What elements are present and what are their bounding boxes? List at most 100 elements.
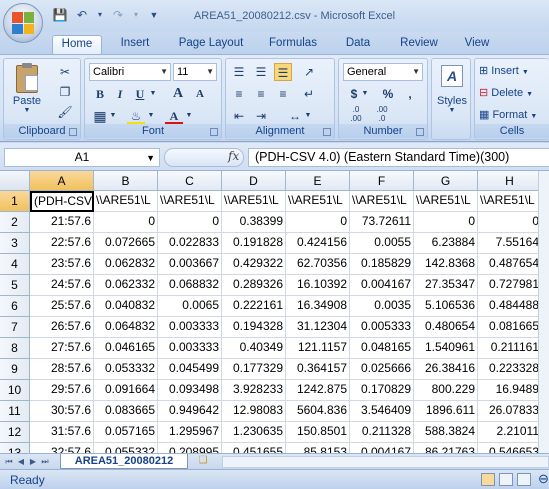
percent-button[interactable]: %	[379, 85, 397, 103]
active-cell[interactable]: (PDH-CSV	[30, 191, 94, 212]
table-cell[interactable]: 0.211328	[350, 422, 414, 443]
table-cell[interactable]: 27.35347	[414, 275, 478, 296]
underline-button[interactable]: U	[131, 85, 149, 103]
row-header[interactable]: 9	[0, 359, 30, 380]
table-cell[interactable]: 0.364157	[286, 359, 350, 380]
font-name-combo[interactable]: Calibri ▼	[89, 63, 171, 81]
table-cell[interactable]: 1.230635	[222, 422, 286, 443]
zoom-out-icon[interactable]: ⊖	[538, 472, 549, 486]
table-cell[interactable]: 0.004167	[350, 443, 414, 453]
table-cell[interactable]: 0.062332	[94, 275, 158, 296]
table-cell[interactable]: 0.055332	[94, 443, 158, 453]
font-size-combo[interactable]: 11 ▼	[173, 63, 217, 81]
middle-align-icon[interactable]: ☰	[252, 63, 270, 81]
table-cell[interactable]: 0.0065	[158, 296, 222, 317]
table-cell[interactable]: 0.191828	[222, 233, 286, 254]
table-cell[interactable]: 3.546409	[350, 401, 414, 422]
table-cell[interactable]: 0.003333	[158, 338, 222, 359]
align-left-icon[interactable]: ≡	[230, 85, 248, 103]
fill-color-icon[interactable]: ♨	[127, 107, 145, 125]
font-launcher-icon[interactable]	[210, 128, 218, 136]
table-cell[interactable]: 0.487654	[478, 254, 542, 275]
table-cell[interactable]: 0	[158, 212, 222, 233]
font-color-icon[interactable]: A	[165, 107, 183, 125]
table-cell[interactable]: \\ARE51\L	[222, 191, 286, 212]
table-cell[interactable]: 3.928233	[222, 380, 286, 401]
table-cell[interactable]: 0.003333	[158, 317, 222, 338]
table-cell[interactable]: 2.21011	[478, 422, 542, 443]
tab-page-layout[interactable]: Page Layout	[170, 35, 252, 54]
table-cell[interactable]: 16.9489	[478, 380, 542, 401]
row-header[interactable]: 6	[0, 296, 30, 317]
table-cell[interactable]: 22:57.6	[30, 233, 94, 254]
row-header[interactable]: 13	[0, 443, 30, 453]
grow-font-button[interactable]: A	[169, 85, 187, 103]
row-header[interactable]: 8	[0, 338, 30, 359]
table-cell[interactable]: 30:57.6	[30, 401, 94, 422]
table-cell[interactable]: 0.38399	[222, 212, 286, 233]
table-cell[interactable]: 16.10392	[286, 275, 350, 296]
table-cell[interactable]: 0.053332	[94, 359, 158, 380]
table-cell[interactable]: 0.064832	[94, 317, 158, 338]
table-cell[interactable]: 0.223328	[478, 359, 542, 380]
row-header[interactable]: 1	[0, 191, 30, 212]
table-cell[interactable]: 0	[414, 212, 478, 233]
column-header[interactable]: H	[478, 171, 542, 191]
table-cell[interactable]: 0.040832	[94, 296, 158, 317]
table-cell[interactable]: 0.003667	[158, 254, 222, 275]
fill-color-dropdown-icon[interactable]: ▼	[147, 107, 155, 125]
table-cell[interactable]: 5604.836	[286, 401, 350, 422]
table-cell[interactable]: 26:57.6	[30, 317, 94, 338]
bottom-align-icon[interactable]: ☰	[274, 63, 292, 81]
sheet-tab-active[interactable]: AREA51_20080212	[60, 454, 188, 469]
table-cell[interactable]: 73.72611	[350, 212, 414, 233]
table-cell[interactable]: 150.8501	[286, 422, 350, 443]
table-cell[interactable]: 23:57.6	[30, 254, 94, 275]
first-sheet-icon[interactable]: ⏮	[4, 456, 14, 468]
wrap-text-icon[interactable]: ↵	[300, 85, 318, 103]
tab-insert[interactable]: Insert	[112, 35, 158, 54]
table-cell[interactable]: \\ARE51\L	[286, 191, 350, 212]
table-cell[interactable]: 85.8153	[286, 443, 350, 453]
office-button[interactable]	[3, 3, 43, 43]
table-cell[interactable]: 0.0055	[350, 233, 414, 254]
table-cell[interactable]: 0.451655	[222, 443, 286, 453]
table-cell[interactable]: 1.295967	[158, 422, 222, 443]
table-cell[interactable]: 0.0035	[350, 296, 414, 317]
table-cell[interactable]: 0.40349	[222, 338, 286, 359]
number-format-combo[interactable]: General ▼	[343, 63, 423, 81]
cut-icon[interactable]: ✂	[56, 63, 74, 81]
table-cell[interactable]: 86.21763	[414, 443, 478, 453]
tab-formulas[interactable]: Formulas	[262, 35, 324, 54]
table-cell[interactable]: 0.057165	[94, 422, 158, 443]
normal-view-icon[interactable]	[481, 473, 495, 486]
table-cell[interactable]: 0.185829	[350, 254, 414, 275]
table-cell[interactable]: \\ARE51\L	[414, 191, 478, 212]
merge-dropdown-icon[interactable]: ▼	[304, 107, 312, 125]
table-cell[interactable]: 0.170829	[350, 380, 414, 401]
row-header[interactable]: 11	[0, 401, 30, 422]
table-cell[interactable]: 0.727981	[478, 275, 542, 296]
table-cell[interactable]: 0.091664	[94, 380, 158, 401]
select-all-button[interactable]	[0, 171, 30, 191]
merge-center-icon[interactable]: ↔	[286, 107, 304, 125]
table-cell[interactable]: 588.3824	[414, 422, 478, 443]
table-cell[interactable]: 0.062832	[94, 254, 158, 275]
table-cell[interactable]: 28:57.6	[30, 359, 94, 380]
name-box[interactable]: A1 ▼	[4, 148, 160, 167]
column-header[interactable]: G	[414, 171, 478, 191]
table-cell[interactable]: 0.072665	[94, 233, 158, 254]
font-color-dropdown-icon[interactable]: ▼	[185, 107, 193, 125]
tab-view[interactable]: View	[456, 35, 498, 54]
comma-button[interactable]: ,	[401, 85, 419, 103]
table-cell[interactable]: 26.07833	[478, 401, 542, 422]
table-cell[interactable]: 142.8368	[414, 254, 478, 275]
tab-data[interactable]: Data	[336, 35, 380, 54]
row-header[interactable]: 3	[0, 233, 30, 254]
number-launcher-icon[interactable]	[416, 128, 424, 136]
next-sheet-icon[interactable]: ▶	[28, 456, 38, 468]
table-cell[interactable]: 1896.611	[414, 401, 478, 422]
column-header[interactable]: C	[158, 171, 222, 191]
table-cell[interactable]: 31:57.6	[30, 422, 94, 443]
table-cell[interactable]: 0.424156	[286, 233, 350, 254]
